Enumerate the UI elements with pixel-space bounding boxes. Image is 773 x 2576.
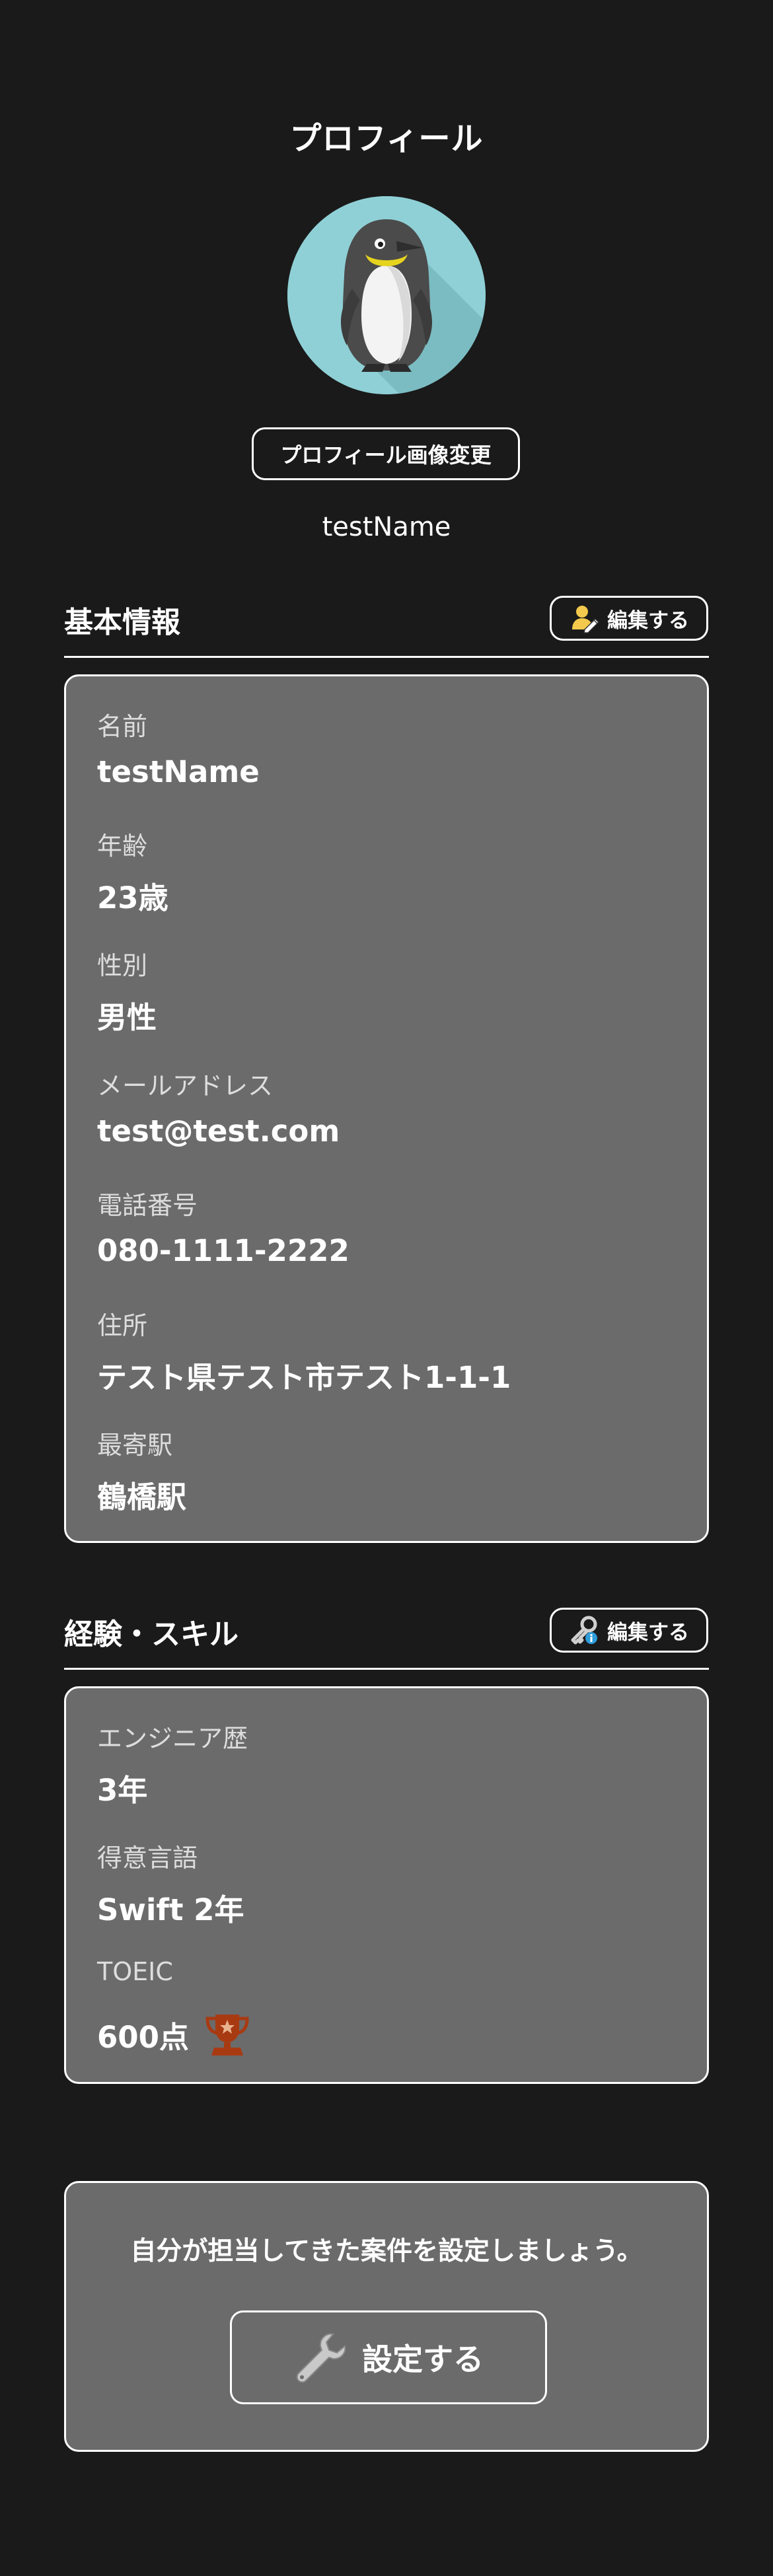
field-value-address: テスト県テスト市テスト1-1-1 — [97, 1360, 511, 1395]
change-profile-photo-button[interactable]: プロフィール画像変更 — [252, 427, 520, 480]
basic-info-edit-label: 編集する — [607, 608, 689, 633]
field-value-gender: 男性 — [97, 1000, 157, 1035]
page-title: プロフィール — [289, 120, 484, 157]
field-label-email: メールアドレス — [97, 1071, 274, 1100]
field-label-gender: 性別 — [97, 951, 148, 980]
basic-info-edit-button[interactable]: 編集する — [550, 596, 708, 641]
field-value-toeic-row: 600点 — [97, 2009, 252, 2059]
skills-card: エンジニア歴 3年 得意言語 Swift 2年 TOEIC 600点 — [64, 1686, 709, 2084]
skills-divider — [64, 1668, 709, 1670]
field-label-toeic: TOEIC — [97, 1957, 173, 1986]
basic-info-title: 基本情報 — [64, 606, 180, 639]
penguin-icon — [287, 196, 486, 394]
projects-setup-button[interactable]: 設定する — [230, 2310, 547, 2404]
wrench-icon — [296, 2333, 346, 2383]
field-value-toeic: 600点 — [97, 2019, 189, 2055]
field-label-age: 年齢 — [97, 832, 148, 861]
field-label-address: 住所 — [97, 1311, 148, 1340]
field-value-age: 23歳 — [97, 880, 168, 915]
projects-setup-label: 設定する — [362, 2342, 484, 2377]
field-label-phone: 電話番号 — [97, 1191, 198, 1220]
skills-title: 経験・スキル — [64, 1618, 239, 1651]
trophy-icon — [205, 2015, 249, 2056]
key-icon — [571, 1616, 597, 1645]
field-value-email: test@test.com — [97, 1114, 340, 1149]
field-label-station: 最寄駅 — [97, 1431, 173, 1460]
field-value-station: 鶴橋駅 — [97, 1480, 187, 1515]
user-edit-icon — [572, 606, 599, 633]
skills-edit-label: 編集する — [607, 1620, 689, 1645]
field-label-name: 名前 — [97, 712, 148, 741]
profile-username: testName — [322, 512, 451, 542]
skills-edit-button[interactable]: 編集する — [550, 1608, 708, 1653]
field-value-name: testName — [97, 754, 260, 789]
projects-prompt: 自分が担当してきた案件を設定しましょう。 — [130, 2236, 643, 2266]
profile-avatar[interactable] — [287, 196, 486, 394]
projects-cta-card: 自分が担当してきた案件を設定しましょう。 設定する — [64, 2181, 709, 2452]
basic-info-divider — [64, 656, 709, 658]
basic-info-card: 名前 testName 年齢 23歳 性別 男性 メールアドレス test@te… — [64, 674, 709, 1543]
field-label-language: 得意言語 — [97, 1843, 198, 1873]
field-label-experience: エンジニア歴 — [97, 1724, 248, 1753]
field-value-experience: 3年 — [97, 1773, 148, 1808]
field-value-language: Swift 2年 — [97, 1892, 244, 1927]
field-value-phone: 080-1111-2222 — [97, 1233, 350, 1268]
